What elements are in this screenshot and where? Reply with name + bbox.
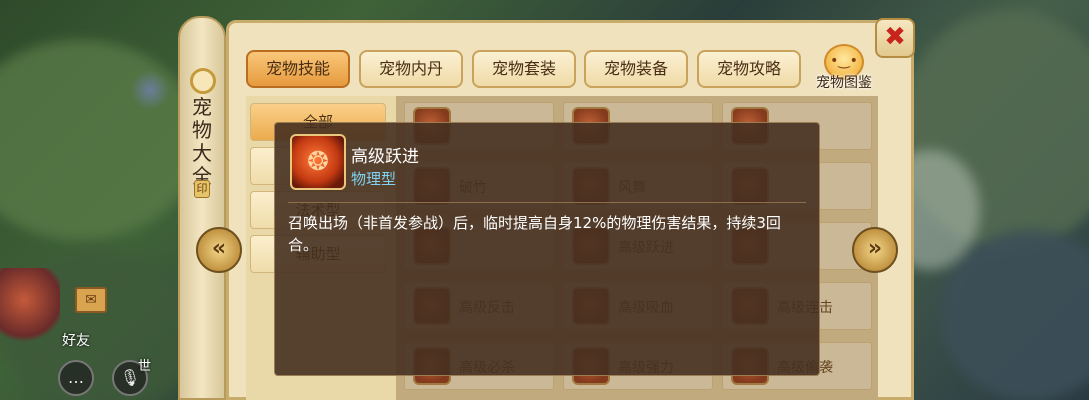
flame-icon: ❂ (307, 147, 329, 177)
panel-title: 宠物大全 (192, 95, 212, 188)
npc-character (130, 70, 170, 110)
pet-handbook-button[interactable]: •‿• 宠物图鉴 (808, 44, 880, 94)
game-hud-left: ✉ 好友 … 🎙 世 (0, 0, 180, 400)
tab-pet-skills[interactable]: 宠物技能 (246, 50, 350, 88)
tooltip-skill-type: 物理型 (351, 170, 397, 188)
scroll-ring-ornament (190, 68, 216, 94)
tooltip-description: 召唤出场（非首发参战）后，临时提高自身12%的物理伤害结果，持续3回合。 (288, 214, 781, 254)
friend-button-label[interactable]: 好友 (62, 330, 90, 350)
tab-pet-guide[interactable]: 宠物攻略 (697, 50, 801, 88)
tooltip-skill-name: 高级跃进 (351, 147, 419, 167)
tab-pet-inner-core[interactable]: 宠物内丹 (359, 50, 463, 88)
player-character (0, 268, 60, 348)
tab-pet-set[interactable]: 宠物套装 (472, 50, 576, 88)
advanced-leap-skill-icon: ❂ (290, 134, 346, 190)
seal-icon: 印 (194, 180, 210, 198)
world-channel-label: 世 (138, 359, 152, 374)
tooltip-divider (288, 202, 806, 203)
prev-page-button[interactable]: « (196, 227, 242, 273)
tab-pet-equipment[interactable]: 宠物装备 (584, 50, 688, 88)
chat-bubble-icon[interactable]: … (58, 360, 94, 396)
mail-icon[interactable]: ✉ (75, 287, 107, 313)
next-page-button[interactable]: » (852, 227, 898, 273)
pet-handbook-label: 宠物图鉴 (816, 75, 872, 91)
close-button[interactable]: ✖ (875, 18, 915, 58)
